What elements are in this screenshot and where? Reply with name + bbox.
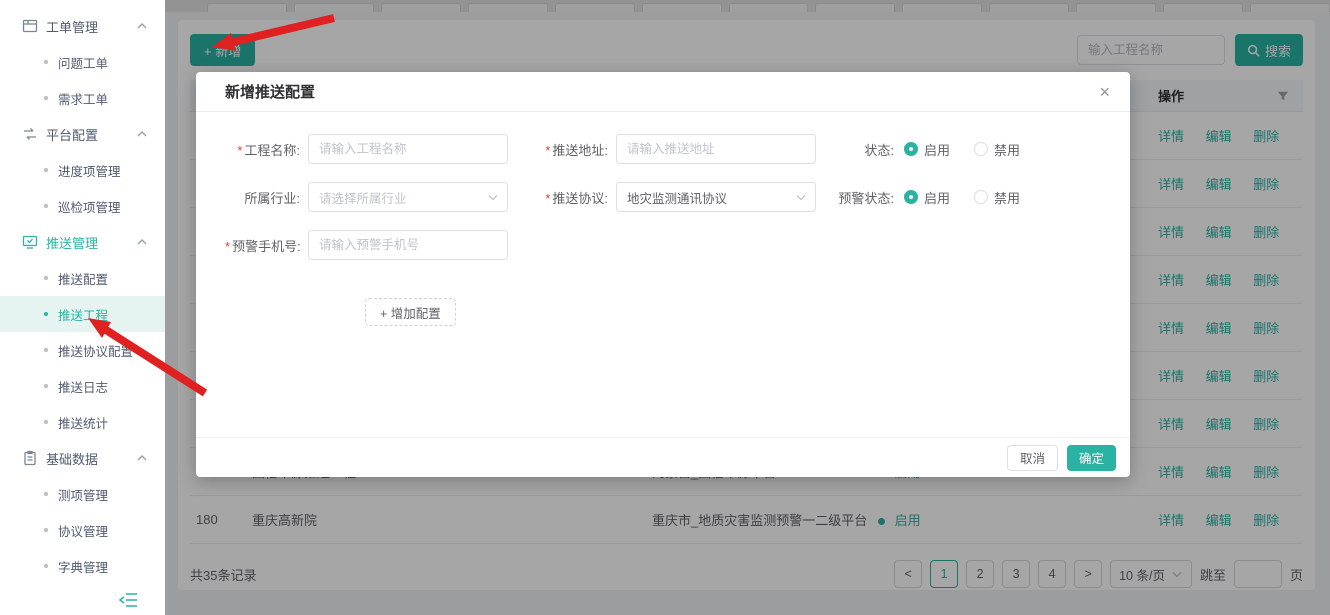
sidebar-item-problem-order[interactable]: 问题工单 (0, 44, 165, 80)
add-push-config-dialog: 新增推送配置 × *工程名称: *推送地址: 状态: 启用 禁用 所属行 (196, 72, 1130, 477)
project-name-label: 工程名称: (244, 143, 300, 158)
warn-phone-label: 预警手机号: (232, 239, 301, 254)
warn-status-label: 预警状态: (826, 188, 894, 207)
sidebar-item-push-stats[interactable]: 推送统计 (0, 404, 165, 440)
project-name-input[interactable] (308, 134, 508, 164)
plus-icon: + (380, 307, 387, 321)
chevron-down-icon (795, 194, 807, 201)
radio-unselected-icon (974, 142, 988, 156)
status-label: 状态: (826, 140, 894, 159)
sidebar-item-protocol-manage[interactable]: 协议管理 (0, 512, 165, 548)
radio-selected-icon (904, 142, 918, 156)
cancel-button[interactable]: 取消 (1007, 445, 1058, 471)
push-address-input[interactable] (616, 134, 816, 164)
dialog-title: 新增推送配置 (225, 81, 315, 102)
radio-selected-icon (904, 190, 918, 204)
industry-label: 所属行业: (225, 188, 300, 207)
sidebar-item-base-data[interactable]: 基础数据 (0, 440, 165, 476)
sidebar-item-push-project[interactable]: 推送工程 (0, 296, 165, 332)
sidebar-item-push-log[interactable]: 推送日志 (0, 368, 165, 404)
sidebar-item-work-order[interactable]: 工单管理 (0, 8, 165, 44)
sidebar: 工单管理 问题工单 需求工单 平台配置 进度项管理 巡检项管理 推送管理 推送配… (0, 0, 165, 615)
chevron-up-icon (137, 454, 147, 462)
push-protocol-select[interactable]: 地灾监测通讯协议 (616, 182, 816, 212)
chevron-down-icon (487, 194, 499, 201)
push-protocol-label: 推送协议: (552, 191, 608, 206)
radio-unselected-icon (974, 190, 988, 204)
warn-phone-input[interactable] (308, 230, 508, 260)
sidebar-item-push-config[interactable]: 推送配置 (0, 260, 165, 296)
chevron-up-icon (137, 130, 147, 138)
platform-config-icon (22, 126, 38, 142)
base-data-icon (22, 450, 38, 466)
confirm-button[interactable]: 确定 (1067, 445, 1116, 471)
required-mark: * (225, 239, 230, 254)
work-order-icon (22, 18, 38, 34)
sidebar-item-survey-manage[interactable]: 测项管理 (0, 476, 165, 512)
chevron-up-icon (137, 238, 147, 246)
status-radio-disable[interactable]: 禁用 (974, 140, 1020, 159)
warn-status-radio-group: 启用 禁用 (904, 188, 1020, 207)
push-manage-icon (22, 234, 38, 250)
push-address-label: 推送地址: (552, 143, 608, 158)
warn-status-radio-disable[interactable]: 禁用 (974, 188, 1020, 207)
required-mark: * (237, 143, 242, 158)
sidebar-item-push-manage[interactable]: 推送管理 (0, 224, 165, 260)
sidebar-item-inspection-manage[interactable]: 巡检项管理 (0, 188, 165, 224)
status-radio-enable[interactable]: 启用 (904, 140, 950, 159)
required-mark: * (545, 143, 550, 158)
sidebar-item-dict-manage[interactable]: 字典管理 (0, 548, 165, 584)
industry-select[interactable]: 请选择所属行业 (308, 182, 508, 212)
sidebar-item-progress-manage[interactable]: 进度项管理 (0, 152, 165, 188)
close-icon[interactable]: × (1099, 83, 1110, 101)
sidebar-item-push-protocol-config[interactable]: 推送协议配置 (0, 332, 165, 368)
sidebar-item-platform-config[interactable]: 平台配置 (0, 116, 165, 152)
status-radio-group: 启用 禁用 (904, 140, 1020, 159)
sidebar-collapse-icon[interactable] (118, 592, 138, 608)
add-config-button[interactable]: + 增加配置 (365, 298, 456, 326)
sidebar-item-demand-order[interactable]: 需求工单 (0, 80, 165, 116)
chevron-up-icon (137, 22, 147, 30)
warn-status-radio-enable[interactable]: 启用 (904, 188, 950, 207)
required-mark: * (545, 191, 550, 206)
